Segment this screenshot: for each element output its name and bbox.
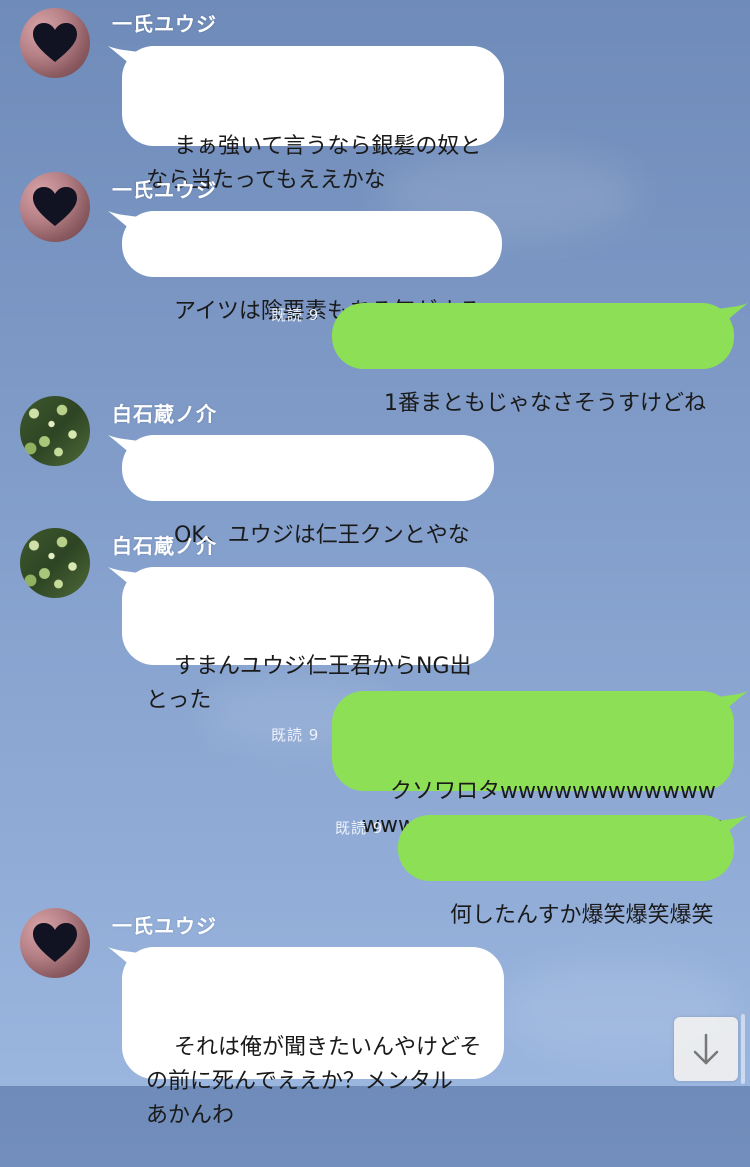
- sender-name: 一氏ユウジ: [112, 178, 217, 202]
- scroll-to-bottom-button[interactable]: [674, 1017, 738, 1081]
- message-bubble[interactable]: アイツは陰要素もある気がする: [108, 211, 502, 324]
- message-bubble[interactable]: 1番まともじゃなさそうすけどね: [332, 303, 748, 416]
- message-bubble[interactable]: 何したんすか爆笑爆笑爆笑: [398, 815, 748, 928]
- message-bubble[interactable]: クソワロタwwwwwwwwwwww wwwwwwwwwwwwwwwwwwww: [332, 691, 748, 838]
- sender-name: 白石蔵ノ介: [112, 402, 217, 426]
- read-receipt: 既読 9: [271, 306, 320, 324]
- heart-photo-avatar-icon[interactable]: [20, 8, 90, 78]
- message-bubble[interactable]: それは俺が聞きたいんやけどそ の前に死んでええか？メンタル あかんわ: [108, 947, 504, 1128]
- message-text: 1番まともじゃなさそうすけどね: [383, 391, 706, 416]
- message-text: 何したんすか爆笑爆笑爆笑: [449, 903, 714, 928]
- foliage-photo-avatar-icon[interactable]: [20, 396, 90, 466]
- sender-name: 白石蔵ノ介: [112, 534, 217, 558]
- sender-name: 一氏ユウジ: [112, 914, 217, 938]
- message-bubble[interactable]: OK、ユウジは仁王クンとやな: [108, 435, 494, 548]
- heart-photo-avatar-icon[interactable]: [20, 172, 90, 242]
- read-receipt: 既読 9: [271, 726, 320, 744]
- message-bubble[interactable]: まぁ強いて言うなら銀髪の奴と なら当たってもええかな: [108, 46, 504, 193]
- heart-photo-avatar-icon[interactable]: [20, 908, 90, 978]
- message-text: それは俺が聞きたいんやけどそ の前に死んでええか？メンタル あかんわ: [146, 1035, 482, 1128]
- message-bubble[interactable]: すまんユウジ仁王君からNG出 とった: [108, 567, 494, 713]
- read-receipt: 既読 9: [335, 819, 384, 837]
- down-arrow-icon: [693, 1033, 719, 1065]
- message-text: OK、ユウジは仁王クンとやな: [173, 523, 470, 548]
- foliage-photo-avatar-icon[interactable]: [20, 528, 90, 598]
- sender-name: 一氏ユウジ: [112, 12, 217, 36]
- scrollbar[interactable]: [741, 1014, 745, 1084]
